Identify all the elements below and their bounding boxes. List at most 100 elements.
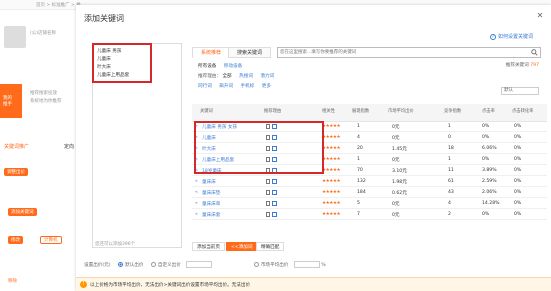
- tab-search-keyword[interactable]: 搜索关键词: [228, 47, 272, 58]
- side-strip-label: 我的 推手: [3, 96, 12, 107]
- relevance-cell: ★★★★★: [322, 135, 341, 140]
- filter-type-all[interactable]: 全部: [222, 74, 231, 79]
- filter-type-potential[interactable]: 潜力词: [260, 74, 274, 79]
- bid-label: 设置出价(元): [84, 263, 111, 268]
- cvr-cell: 0%: [514, 190, 522, 195]
- phone-icon: [266, 179, 270, 184]
- relevance-cell: ★★★★★: [322, 179, 341, 184]
- competition-cell: 4: [448, 201, 451, 206]
- competition-cell: 0: [448, 135, 451, 140]
- relevance-cell: ★★★★★: [322, 201, 341, 206]
- impression-cell: 1: [357, 157, 360, 162]
- keyword-cell[interactable]: 童床床垫: [202, 190, 220, 196]
- recommend-info-label: 推荐关键词: [505, 63, 529, 68]
- filter-type-peer[interactable]: 同行词: [198, 84, 212, 89]
- warning-text: 以上价格为市场平均出价，无法出价>关键词出价设置市场平均出价。无法出价: [90, 283, 251, 288]
- impression-cell: 1: [357, 124, 360, 129]
- side-strip[interactable]: 我的 推手: [0, 84, 22, 118]
- custom-bid-input[interactable]: [186, 261, 213, 268]
- modify-button[interactable]: 修改: [8, 236, 23, 244]
- table-row[interactable]: « 童床床 ★★★★★ 132 1.98元 61 2.59% 0%: [192, 177, 547, 187]
- avg-bid-cell: 0元: [392, 158, 400, 163]
- search-input[interactable]: [278, 48, 528, 57]
- recommend-count: 797: [530, 63, 539, 68]
- filter-type-rising[interactable]: 飙升词: [219, 84, 233, 89]
- filter-all-devices[interactable]: 所有设备: [198, 64, 216, 69]
- modal-title: 添加关键词: [84, 14, 124, 23]
- radio-market-bid[interactable]: [253, 262, 259, 267]
- default-bid-label: 默认出价: [125, 263, 144, 268]
- add-arrow-icon[interactable]: «: [195, 201, 198, 206]
- relevance-cell: ★★★★★: [322, 146, 341, 151]
- avg-bid-cell: 1.45元: [392, 147, 407, 152]
- relevance-cell: ★★★★★: [322, 124, 341, 129]
- tab-keyword-promo[interactable]: 关键词推广: [4, 143, 29, 150]
- type-filter-label: 推荐理由：: [198, 74, 221, 79]
- help-label: 如何设置关键词: [497, 34, 533, 40]
- keyword-cell[interactable]: 童床床: [202, 179, 216, 185]
- ctr-cell: 0%: [482, 157, 490, 162]
- tab-targeting[interactable]: 定向: [64, 143, 74, 150]
- cvr-cell: 0%: [514, 212, 522, 217]
- competition-cell: 1: [448, 157, 451, 162]
- tag-icon: [272, 179, 277, 184]
- table-row[interactable]: « 童床床单 ★★★★★ 5 0元 4 14.28% 0%: [192, 199, 547, 209]
- type-filter-row: 推荐理由： 全部 热搜词 潜力词: [198, 73, 280, 79]
- filter-mobile-devices[interactable]: 移动设备: [224, 64, 242, 69]
- reason-icons: [266, 179, 277, 185]
- add-arrow-icon[interactable]: «: [195, 179, 198, 184]
- remove-link[interactable]: 移除: [8, 278, 17, 284]
- cvr-cell: 0%: [514, 124, 522, 129]
- tab-system-recommend[interactable]: 系统推荐: [192, 47, 231, 58]
- selected-footer: 您还可以添加396个: [95, 242, 136, 247]
- radio-custom-bid[interactable]: [150, 262, 156, 267]
- impression-cell: 184: [357, 190, 366, 195]
- impression-cell: 20: [357, 146, 363, 151]
- custom-bid-label: 自定义出价: [157, 263, 181, 268]
- avg-bid-cell: 0元: [392, 125, 400, 130]
- cvr-cell: 0%: [514, 201, 522, 206]
- store-name: (公)店铺名称: [30, 31, 57, 36]
- bid-settings: 设置出价(元) 默认出价 自定义出价 市场平均出价 %: [84, 261, 326, 268]
- table-row[interactable]: « 童床床套 ★★★★★ 7 0元 2 0% 0%: [192, 210, 547, 220]
- percent-input[interactable]: [293, 261, 320, 268]
- cvr-cell: 0%: [514, 168, 522, 173]
- add-keyword-button[interactable]: 添加关键词: [8, 208, 37, 216]
- store-logo: [4, 26, 26, 48]
- table-row[interactable]: « 童床床垫 ★★★★★ 184 0.62元 43 2.06% 0%: [192, 188, 547, 198]
- add-selected-button[interactable]: <<添加词: [226, 242, 258, 251]
- keyword-cell[interactable]: 童床床套: [202, 212, 220, 218]
- relevance-cell: ★★★★★: [322, 190, 341, 195]
- help-link[interactable]: ? 如何设置关键词: [489, 33, 533, 40]
- exact-match-button[interactable]: 精确匹配: [256, 242, 285, 251]
- sort-select[interactable]: 默认: [501, 87, 539, 95]
- header-reason: 推荐理由: [264, 109, 282, 114]
- avg-bid-cell: 0元: [392, 213, 400, 218]
- ctr-cell: 0%: [482, 124, 490, 129]
- search-icon[interactable]: [531, 49, 538, 56]
- adjust-bid-button[interactable]: 调整出价: [4, 168, 28, 176]
- phone-icon: [266, 190, 270, 195]
- keyword-cell[interactable]: 童床床单: [202, 201, 220, 207]
- cvr-cell: 0%: [514, 179, 522, 184]
- close-icon[interactable]: ✕: [535, 11, 545, 21]
- reason-icons: [266, 212, 277, 218]
- calculator-button[interactable]: 计算机: [40, 236, 62, 244]
- add-arrow-icon[interactable]: «: [195, 212, 198, 217]
- add-arrow-icon[interactable]: «: [195, 190, 198, 195]
- header-cvr: 点击转化率: [512, 109, 534, 114]
- impression-cell: 132: [357, 179, 366, 184]
- cvr-cell: 0%: [514, 157, 522, 162]
- add-page-button[interactable]: 添加当前页: [192, 242, 225, 251]
- cvr-cell: 0%: [514, 146, 522, 151]
- tag-icon: [272, 190, 277, 195]
- recommend-count-info: 推荐关键词 797: [506, 62, 539, 68]
- background-sidebar: (公)店铺名称 我的 推手 推荐搜索投放 系统地为你推荐 关键词推广 定向 调整…: [0, 10, 80, 291]
- radio-default-bid[interactable]: [118, 262, 124, 267]
- warning-bar: ! 以上价格为市场平均出价，无法出价>关键词出价设置市场平均出价。无法出价: [76, 277, 551, 291]
- filter-type-mobile[interactable]: 手机标: [241, 84, 255, 89]
- filter-type-hot[interactable]: 热搜词: [239, 74, 253, 79]
- header-avg-bid: 市场平均出价: [388, 109, 414, 114]
- more-link[interactable]: 更多: [262, 84, 271, 89]
- bg-line-2: 系统地为你推荐: [30, 99, 62, 104]
